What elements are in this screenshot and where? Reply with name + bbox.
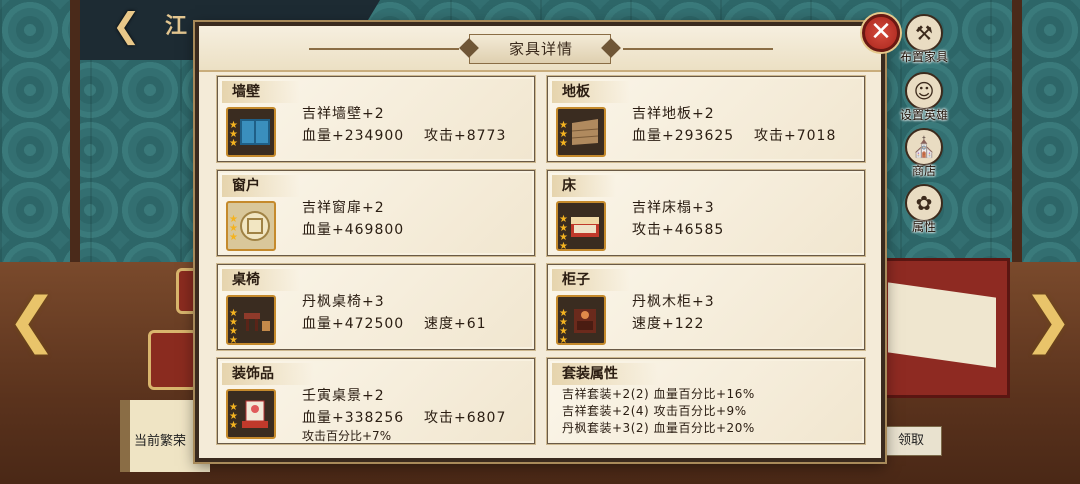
decoration-item-icon[interactable]: ★ ★ ★	[226, 389, 276, 439]
item-name: 吉祥床榻+3	[632, 200, 715, 216]
item-name: 丹枫桌椅+3	[302, 294, 385, 310]
header-divider	[309, 48, 459, 50]
cabinet-item-icon[interactable]: ★ ★ ★ ★	[556, 295, 606, 345]
shop-icon: ⛪	[905, 128, 943, 166]
claim-button[interactable]: 领取	[880, 426, 942, 456]
furniture-card-wall: 墙壁 ★ ★ ★ 吉祥墙壁+2 血量+234900 攻击+8773	[217, 76, 535, 162]
star-rating: ★ ★ ★	[229, 120, 238, 149]
menu-set-hero[interactable]: ☺ 设置英雄	[892, 72, 956, 123]
table-icon: ⚒	[905, 14, 943, 52]
stat-hp: 血量+234900	[302, 128, 405, 144]
menu-label: 布置家具	[899, 50, 948, 64]
stat-attack: 攻击+46585	[632, 222, 725, 238]
card-category: 墙壁	[222, 81, 300, 103]
set-bonus-line: 吉祥套装+2(2) 血量百分比+16%	[562, 387, 755, 401]
furniture-card-decoration: 装饰品 ★ ★ ★ 壬寅桌景+2 血量+338256 攻击+6807 攻击百分比+7…	[217, 358, 535, 444]
title-plate: 家具详情	[459, 34, 621, 64]
modal-title: 家具详情	[508, 40, 573, 58]
card-category: 床	[552, 175, 616, 197]
background-pillar	[70, 0, 80, 262]
item-name: 丹枫木柜+3	[632, 294, 715, 310]
stat-hp: 血量+338256	[302, 410, 405, 426]
item-name: 吉祥窗扉+2	[302, 200, 385, 216]
menu-label: 属性	[911, 220, 936, 234]
back-arrow-icon[interactable]: ❮	[112, 8, 152, 44]
card-category: 窗户	[222, 175, 300, 197]
star-rating: ★ ★ ★	[229, 402, 238, 431]
stat-speed: 速度+122	[632, 316, 705, 332]
furniture-card-floor: 地板 ★ ★ ★ 吉祥地板+2 血量+293625 攻击+7018	[547, 76, 865, 162]
menu-shop[interactable]: ⛪ 商店	[892, 128, 956, 179]
floor-item-icon[interactable]: ★ ★ ★	[556, 107, 606, 157]
furniture-details-modal: 家具详情 墙壁 ★ ★ ★ 吉祥墙壁+2 血量+234900 攻击+8773 地板 …	[195, 22, 885, 462]
stat-attack: 攻击+6807	[424, 410, 507, 426]
stat-speed: 速度+61	[424, 316, 487, 332]
modal-header: 家具详情	[199, 26, 881, 72]
stat-hp: 血量+469800	[302, 222, 405, 238]
close-button[interactable]: ✕	[862, 14, 900, 52]
star-rating: ★ ★ ★ ★	[559, 214, 568, 251]
star-rating: ★ ★ ★ ★	[229, 308, 238, 345]
stat-attack-percent: 攻击百分比+7%	[302, 429, 392, 443]
menu-label: 设置英雄	[899, 108, 948, 122]
card-category: 柜子	[552, 269, 630, 291]
card-category: 桌椅	[222, 269, 300, 291]
menu-attributes[interactable]: ✿ 属性	[892, 184, 956, 235]
item-name: 壬寅桌景+2	[302, 388, 385, 404]
set-bonus-line: 丹枫套装+3(2) 血量百分比+20%	[562, 421, 755, 435]
background-calligraphy	[888, 282, 996, 368]
set-bonus-card: 套装属性 吉祥套装+2(2) 血量百分比+16% 吉祥套装+2(4) 攻击百分比…	[547, 358, 865, 444]
card-category: 装饰品	[222, 363, 314, 385]
furniture-card-window: 窗户 ★ ★ ★ 吉祥窗扉+2 血量+469800	[217, 170, 535, 256]
bed-item-icon[interactable]: ★ ★ ★ ★	[556, 201, 606, 251]
window-item-icon[interactable]: ★ ★ ★	[226, 201, 276, 251]
star-rating: ★ ★ ★	[559, 120, 568, 149]
stat-attack: 攻击+8773	[424, 128, 507, 144]
scene-title: 江	[165, 13, 192, 39]
wall-item-icon[interactable]: ★ ★ ★	[226, 107, 276, 157]
stat-hp: 血量+472500	[302, 316, 405, 332]
set-bonus-line: 吉祥套装+2(4) 攻击百分比+9%	[562, 404, 747, 418]
stat-hp: 血量+293625	[632, 128, 735, 144]
furniture-card-table-chair: 桌椅 ★ ★ ★ ★ 丹枫桌椅+3 血量+472500 速度+61	[217, 264, 535, 350]
set-bonus-title: 套装属性	[552, 363, 658, 385]
card-category: 地板	[552, 81, 630, 103]
furniture-card-bed: 床 ★ ★ ★ ★ 吉祥床榻+3 攻击+46585	[547, 170, 865, 256]
table-chair-item-icon[interactable]: ★ ★ ★ ★	[226, 295, 276, 345]
item-name: 吉祥墙壁+2	[302, 106, 385, 122]
prosperity-text: 当前繁荣	[134, 434, 187, 449]
menu-label: 商店	[911, 164, 936, 178]
next-arrow-icon[interactable]: ❯	[1018, 290, 1078, 350]
star-rating: ★ ★ ★ ★	[559, 308, 568, 345]
previous-arrow-icon[interactable]: ❮	[2, 290, 62, 350]
stat-attack: 攻击+7018	[754, 128, 837, 144]
menu-arrange-furniture[interactable]: ⚒ 布置家具	[892, 14, 956, 65]
hero-icon: ☺	[905, 72, 943, 110]
star-rating: ★ ★ ★	[229, 214, 238, 243]
background-drum	[148, 330, 198, 390]
item-name: 吉祥地板+2	[632, 106, 715, 122]
attribute-icon: ✿	[905, 184, 943, 222]
furniture-card-cabinet: 柜子 ★ ★ ★ ★ 丹枫木柜+3 速度+122	[547, 264, 865, 350]
background-pillar	[1012, 0, 1022, 262]
header-divider	[623, 48, 773, 50]
